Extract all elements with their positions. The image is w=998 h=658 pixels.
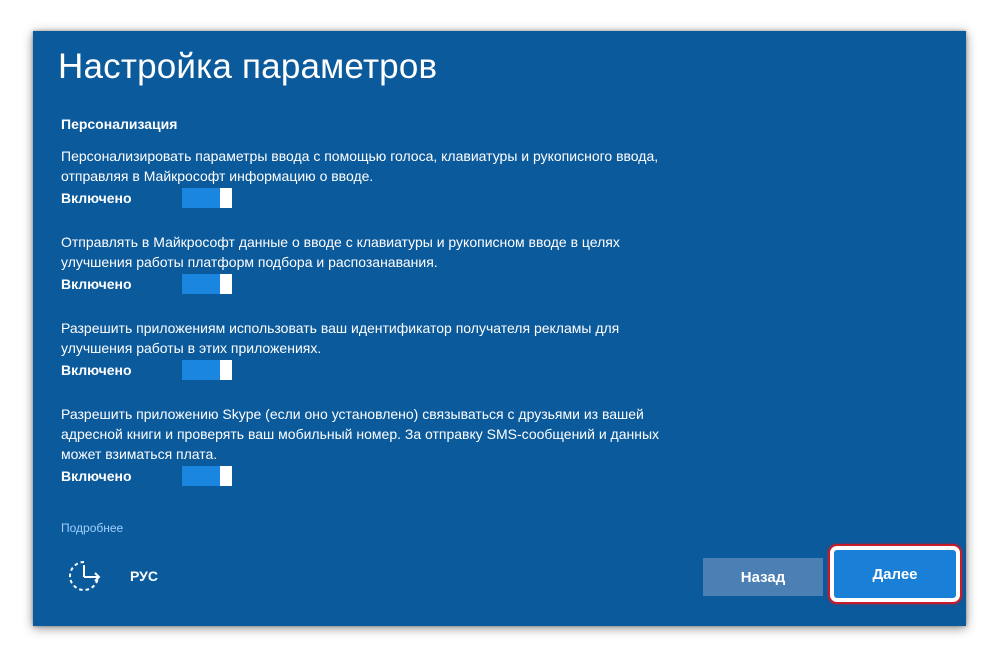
- toggle-row: Включено: [61, 359, 741, 381]
- toggle-state-label: Включено: [61, 190, 132, 206]
- setting-advertising-id: Разрешить приложениям использовать ваш и…: [61, 318, 741, 381]
- next-button[interactable]: Далее: [834, 550, 956, 598]
- toggle-switch-typing-data[interactable]: [182, 274, 232, 294]
- learn-more-link[interactable]: Подробнее: [61, 521, 123, 535]
- setting-description-line: адресной книги и проверять ваш мобильный…: [61, 426, 660, 442]
- setting-description-line: Разрешить приложению Skype (если оно уст…: [61, 406, 644, 422]
- toggle-thumb: [220, 188, 232, 208]
- setting-description-line: Разрешить приложениям использовать ваш и…: [61, 320, 620, 336]
- toggle-switch-input-personalization[interactable]: [182, 188, 232, 208]
- setting-typing-data: Отправлять в Майкрософт данные о вводе с…: [61, 232, 741, 295]
- setting-input-personalization: Персонализировать параметры ввода с помо…: [61, 146, 741, 209]
- language-indicator[interactable]: РУС: [130, 568, 158, 584]
- toggle-row: Включено: [61, 465, 741, 487]
- toggle-row: Включено: [61, 187, 741, 209]
- setting-description: Разрешить приложениям использовать ваш и…: [61, 318, 741, 358]
- toggle-thumb: [220, 360, 232, 380]
- setting-description-line: улучшения работы платформ подбора и расп…: [61, 254, 438, 270]
- toggle-switch-advertising-id[interactable]: [182, 360, 232, 380]
- toggle-thumb: [220, 274, 232, 294]
- setting-skype-contacts: Разрешить приложению Skype (если оно уст…: [61, 404, 741, 487]
- setup-window: Настройка параметров Персонализация Перс…: [33, 31, 966, 626]
- page-title: Настройка параметров: [58, 47, 438, 86]
- setting-description-line: улучшения работы в этих приложениях.: [61, 340, 322, 356]
- toggle-row: Включено: [61, 273, 741, 295]
- toggle-state-label: Включено: [61, 276, 132, 292]
- toggle-state-label: Включено: [61, 468, 132, 484]
- toggle-switch-skype-contacts[interactable]: [182, 466, 232, 486]
- setting-description: Разрешить приложению Skype (если оно уст…: [61, 404, 741, 464]
- back-button[interactable]: Назад: [703, 558, 823, 596]
- setting-description-line: Отправлять в Майкрософт данные о вводе с…: [61, 234, 620, 250]
- setting-description-line: Персонализировать параметры ввода с помо…: [61, 148, 659, 164]
- ease-of-access-icon[interactable]: [65, 559, 103, 593]
- setting-description-line: может взиматься плата.: [61, 446, 218, 462]
- toggle-thumb: [220, 466, 232, 486]
- setting-description-line: отправляя в Майкрософт информацию о ввод…: [61, 168, 374, 184]
- section-heading-personalization: Персонализация: [61, 116, 178, 132]
- setting-description: Отправлять в Майкрософт данные о вводе с…: [61, 232, 741, 272]
- setting-description: Персонализировать параметры ввода с помо…: [61, 146, 741, 186]
- toggle-state-label: Включено: [61, 362, 132, 378]
